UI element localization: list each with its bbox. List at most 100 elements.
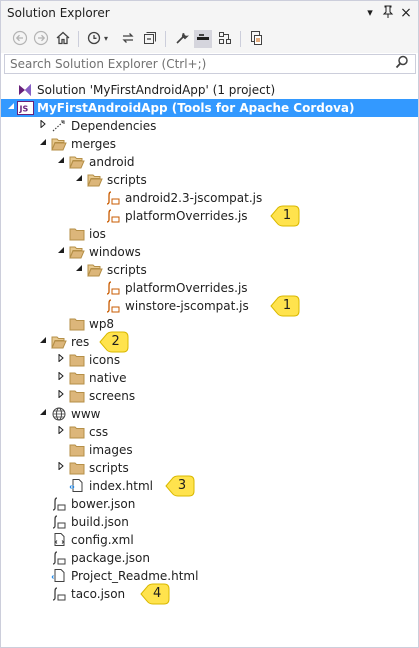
tree-item[interactable]: android bbox=[1, 153, 418, 171]
search-icon[interactable] bbox=[394, 55, 410, 73]
tree-item-label: www bbox=[71, 407, 101, 421]
expand-arrow-icon[interactable] bbox=[55, 351, 67, 369]
tree-item[interactable]: scripts bbox=[1, 171, 418, 189]
tree-item-label: taco.json bbox=[71, 587, 126, 601]
tree-item[interactable]: images bbox=[1, 441, 418, 459]
collapse-all-icon[interactable] bbox=[141, 30, 159, 48]
json-file-icon bbox=[51, 515, 67, 529]
expand-arrow-icon[interactable] bbox=[55, 459, 67, 477]
html-document-icon bbox=[51, 569, 67, 583]
class-view-icon[interactable] bbox=[216, 30, 234, 48]
collapse-arrow-icon[interactable] bbox=[73, 171, 85, 189]
json-file-icon bbox=[51, 587, 67, 601]
javascript-file-icon bbox=[105, 299, 121, 313]
collapse-arrow-icon[interactable] bbox=[37, 135, 49, 153]
search-box bbox=[4, 54, 416, 74]
tree-item-label: ios bbox=[89, 227, 106, 241]
tree-item[interactable]: ios bbox=[1, 225, 418, 243]
sync-icon[interactable] bbox=[119, 30, 137, 48]
collapse-arrow-icon[interactable] bbox=[55, 153, 67, 171]
auto-hide-pin-icon[interactable] bbox=[381, 5, 395, 21]
expand-arrow-icon[interactable] bbox=[55, 369, 67, 387]
toolbar-separator bbox=[240, 31, 241, 47]
collapse-arrow-icon[interactable] bbox=[5, 99, 17, 117]
tree-item[interactable]: screens bbox=[1, 387, 418, 405]
folder-icon bbox=[69, 461, 85, 475]
tree-item[interactable]: platformOverrides.js bbox=[1, 207, 418, 225]
tree-item[interactable]: wp8 bbox=[1, 315, 418, 333]
folder-icon bbox=[69, 389, 85, 403]
tree-item[interactable]: icons bbox=[1, 351, 418, 369]
folder-icon bbox=[69, 227, 85, 241]
tree-item-label: MyFirstAndroidApp (Tools for Apache Cord… bbox=[37, 101, 355, 115]
tree-item[interactable]: scripts bbox=[1, 261, 418, 279]
view-code-icon[interactable] bbox=[194, 30, 212, 48]
solution-icon bbox=[17, 83, 33, 97]
expand-arrow-icon[interactable] bbox=[37, 117, 49, 135]
tree-item-label: scripts bbox=[107, 173, 147, 187]
dependencies-icon bbox=[51, 119, 67, 133]
search-input[interactable] bbox=[5, 55, 390, 73]
toolbar-separator bbox=[165, 31, 166, 47]
forward-icon[interactable] bbox=[32, 30, 50, 48]
tree-item-label: android2.3-jscompat.js bbox=[125, 191, 263, 205]
folder-icon bbox=[69, 443, 85, 457]
tree-item[interactable]: res bbox=[1, 333, 418, 351]
folder-icon bbox=[69, 317, 85, 331]
tree-item[interactable]: scripts bbox=[1, 459, 418, 477]
tree-item[interactable]: native bbox=[1, 369, 418, 387]
preview-selected-items-icon[interactable] bbox=[247, 30, 265, 48]
tree-item[interactable]: Solution 'MyFirstAndroidApp' (1 project) bbox=[1, 81, 418, 99]
tree-item[interactable]: taco.json bbox=[1, 585, 418, 603]
tree-item[interactable]: config.xml bbox=[1, 531, 418, 549]
collapse-arrow-icon[interactable] bbox=[73, 261, 85, 279]
tree-item[interactable]: Project_Readme.html bbox=[1, 567, 418, 585]
toolbar-separator bbox=[78, 31, 79, 47]
folder-icon bbox=[69, 425, 85, 439]
collapse-arrow-icon[interactable] bbox=[37, 405, 49, 423]
tree-item[interactable]: bower.json bbox=[1, 495, 418, 513]
tree-item-label: icons bbox=[89, 353, 121, 367]
properties-wrench-icon[interactable] bbox=[173, 30, 191, 48]
folder-open-icon bbox=[51, 137, 67, 151]
tree-item[interactable]: merges bbox=[1, 135, 418, 153]
tree-item[interactable]: Dependencies bbox=[1, 117, 418, 135]
expand-arrow-icon[interactable] bbox=[55, 423, 67, 441]
pending-changes-icon[interactable] bbox=[85, 30, 103, 48]
tree-item-label: Dependencies bbox=[71, 119, 157, 133]
tree-item-label: windows bbox=[89, 245, 141, 259]
tree-item-label: scripts bbox=[89, 461, 129, 475]
tree-item[interactable]: build.json bbox=[1, 513, 418, 531]
window-position-dropdown-icon[interactable]: ▾ bbox=[363, 5, 377, 21]
tree-item-label: android bbox=[89, 155, 135, 169]
tree-item-label: platformOverrides.js bbox=[125, 281, 248, 295]
solution-explorer-window: Solution Explorer ▾ × ▾ Search Solution … bbox=[0, 0, 419, 648]
collapse-arrow-icon[interactable] bbox=[55, 243, 67, 261]
tree-item[interactable]: package.json bbox=[1, 549, 418, 567]
tree-item[interactable]: index.html bbox=[1, 477, 418, 495]
tree-item[interactable]: www bbox=[1, 405, 418, 423]
solution-tree: Solution 'MyFirstAndroidApp' (1 project)… bbox=[1, 79, 418, 639]
pending-changes-dropdown-icon[interactable]: ▾ bbox=[102, 30, 110, 48]
svg-text:JS: JS bbox=[19, 105, 29, 114]
collapse-arrow-icon[interactable] bbox=[37, 333, 49, 351]
close-icon[interactable]: × bbox=[399, 5, 413, 21]
folder-open-icon bbox=[69, 155, 85, 169]
tree-item-label: Solution 'MyFirstAndroidApp' (1 project) bbox=[37, 83, 276, 97]
tree-item-label: scripts bbox=[107, 263, 147, 277]
expand-arrow-icon[interactable] bbox=[55, 387, 67, 405]
html-file-icon bbox=[69, 479, 85, 493]
tree-item[interactable]: android2.3-jscompat.js bbox=[1, 189, 418, 207]
back-icon[interactable] bbox=[11, 30, 29, 48]
tree-item-label: platformOverrides.js bbox=[125, 209, 248, 223]
window-title: Solution Explorer bbox=[7, 6, 110, 20]
tree-item[interactable]: css bbox=[1, 423, 418, 441]
tree-item[interactable]: JS MyFirstAndroidApp (Tools for Apache Co… bbox=[1, 99, 418, 117]
tree-item[interactable]: platformOverrides.js bbox=[1, 279, 418, 297]
tree-item[interactable]: winstore-jscompat.js bbox=[1, 297, 418, 315]
home-icon[interactable] bbox=[54, 30, 72, 48]
toolbar: ▾ bbox=[1, 25, 418, 53]
title-bar: Solution Explorer ▾ × bbox=[1, 1, 418, 25]
json-file-icon bbox=[51, 551, 67, 565]
tree-item[interactable]: windows bbox=[1, 243, 418, 261]
